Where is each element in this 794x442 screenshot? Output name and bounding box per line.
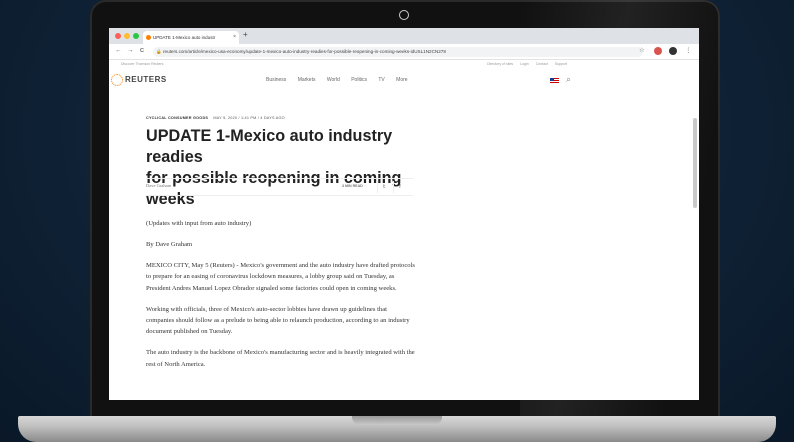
paragraph: MEXICO CITY, May 5 (Reuters) - Mexico's … [146, 261, 415, 292]
maximize-window-button[interactable] [133, 33, 139, 39]
url-text: reuters.com/article/mexico-usa-economy/u… [163, 48, 446, 54]
browser-toolbar: ← → C 🔒 reuters.com/article/mexico-usa-e… [109, 44, 699, 60]
article-body: (Updates with input from auto industry) … [146, 218, 416, 380]
nav-business[interactable]: Business [266, 77, 286, 83]
browser-tab[interactable]: UPDATE 1-Mexico auto industr × [143, 31, 239, 44]
twitter-share-button[interactable]: 𝕥 [377, 181, 390, 193]
article-date: MAY 5, 2020 / 1:41 PM / 4 DAYS AGO [213, 116, 285, 120]
reuters-favicon-icon [146, 35, 151, 40]
top-link-directory[interactable]: Directory of sites [487, 62, 513, 66]
new-tab-button[interactable]: + [243, 30, 248, 39]
reuters-logo-icon[interactable] [111, 74, 123, 86]
paragraph: By Dave Graham [146, 240, 193, 248]
address-bar[interactable]: 🔒 reuters.com/article/mexico-usa-economy… [153, 46, 643, 57]
minimize-window-button[interactable] [124, 33, 130, 39]
article: CYCLICAL CONSUMER GOODS MAY 5, 2020 / 1:… [146, 116, 416, 368]
us-flag-icon[interactable] [550, 78, 559, 84]
nav-tv[interactable]: TV [378, 77, 384, 83]
article-kicker: CYCLICAL CONSUMER GOODS MAY 5, 2020 / 1:… [146, 116, 416, 120]
tab-title: UPDATE 1-Mexico auto industr [153, 35, 216, 40]
star-icon[interactable]: ☆ [639, 46, 645, 56]
nav-markets[interactable]: Markets [298, 77, 316, 83]
camera-icon [399, 10, 409, 20]
profile-avatar[interactable] [669, 47, 677, 55]
lock-icon: 🔒 [156, 48, 162, 54]
nav-world[interactable]: World [327, 77, 340, 83]
nav-politics[interactable]: Politics [351, 77, 367, 83]
search-icon[interactable]: ⌕ [566, 74, 571, 85]
headline-line-1: UPDATE 1-Mexico auto industry readies [146, 127, 393, 166]
article-section[interactable]: CYCLICAL CONSUMER GOODS [146, 116, 208, 120]
laptop-screen: UPDATE 1-Mexico auto industr × + ← → C 🔒… [109, 28, 699, 400]
paragraph: (Updates with input from auto industry) [146, 220, 252, 227]
close-window-button[interactable] [115, 33, 121, 39]
extension-icon[interactable] [654, 47, 662, 55]
top-link-login[interactable]: Login [520, 62, 529, 66]
browser-tabbar: UPDATE 1-Mexico auto industr × + [109, 28, 699, 44]
back-icon[interactable]: ← [115, 46, 122, 56]
site-logo-text[interactable]: REUTERS [125, 75, 167, 84]
site-nav: Business Markets World Politics TV More [266, 77, 418, 83]
reload-icon[interactable]: C [140, 46, 144, 56]
paragraph: Working with officials, three of Mexico'… [146, 305, 410, 336]
forward-icon[interactable]: → [127, 46, 134, 56]
page-scrollbar[interactable] [693, 118, 697, 208]
byline-row: Dave Graham 3 MIN READ 𝕥 f [146, 178, 413, 196]
author-name[interactable]: Dave Graham [146, 183, 171, 188]
facebook-share-button[interactable]: f [393, 181, 406, 193]
read-time: 3 MIN READ [342, 184, 363, 188]
top-links: Directory of sites Login Contact Support [481, 60, 567, 68]
reuters-top-strip: Discover Thomson Reuters Directory of si… [109, 60, 699, 68]
site-header: REUTERS Business Markets World Politics … [109, 69, 699, 91]
discover-link[interactable]: Discover Thomson Reuters [121, 60, 163, 68]
tab-close-icon[interactable]: × [233, 31, 236, 44]
nav-more[interactable]: More [396, 77, 407, 83]
laptop-hinge-notch [352, 416, 442, 425]
top-link-contact[interactable]: Contact [536, 62, 548, 66]
top-link-support[interactable]: Support [555, 62, 567, 66]
paragraph: The auto industry is the backbone of Mex… [146, 349, 415, 368]
menu-icon[interactable]: ⋮ [685, 46, 692, 56]
article-headline: UPDATE 1-Mexico auto industry readies fo… [146, 126, 426, 210]
